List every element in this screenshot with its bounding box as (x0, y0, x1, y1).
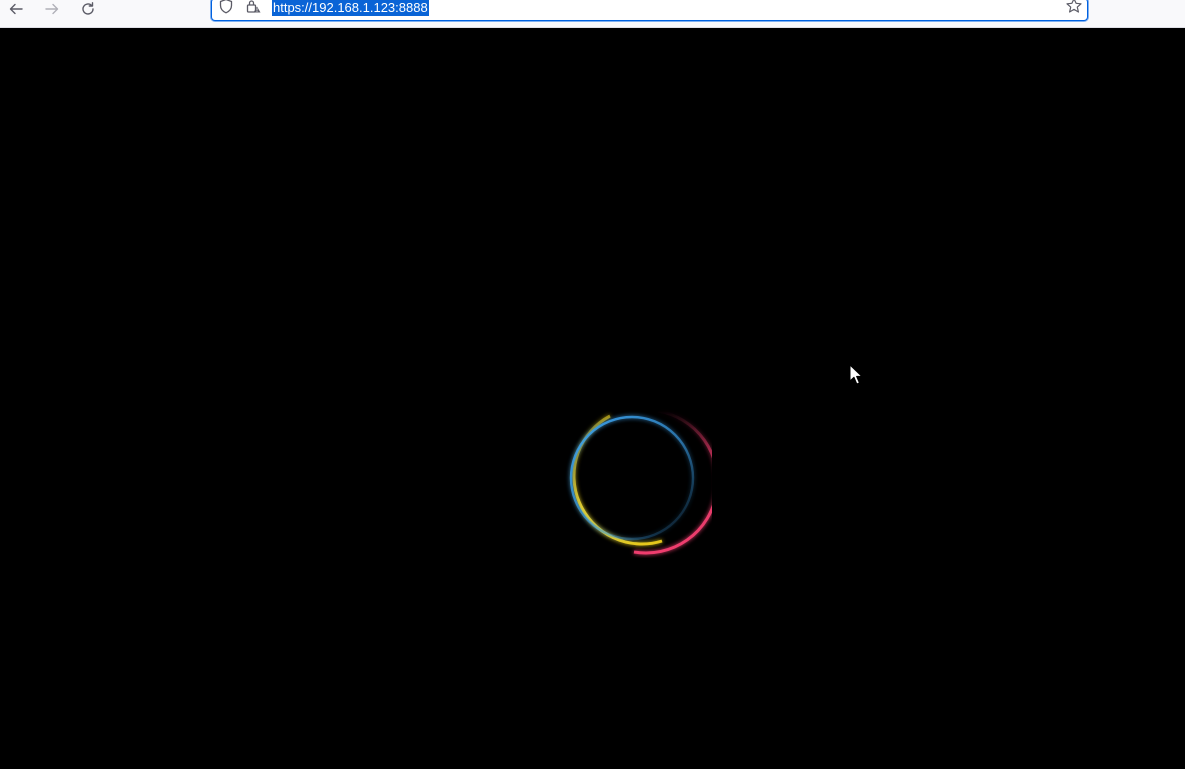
insecure-lock-icon (245, 0, 261, 19)
spinner-arc-blue (569, 415, 695, 541)
arrow-left-icon (8, 1, 24, 17)
mouse-cursor-icon (849, 364, 863, 391)
url-input[interactable]: https://192.168.1.123:8888 (272, 0, 429, 16)
loading-spinner-icon (558, 404, 719, 563)
arrow-right-icon (44, 1, 60, 17)
site-security-button[interactable] (244, 0, 262, 17)
url-bar[interactable]: https://192.168.1.123:8888 (211, 0, 1088, 21)
forward-button[interactable] (41, 0, 63, 18)
tracking-protection-button[interactable] (217, 0, 235, 17)
browser-toolbar: https://192.168.1.123:8888 (0, 0, 1185, 28)
reload-icon (80, 1, 96, 17)
reload-button[interactable] (77, 0, 99, 18)
page-viewport (0, 28, 1185, 769)
star-icon (1065, 0, 1083, 20)
back-button[interactable] (5, 0, 27, 18)
bookmark-button[interactable] (1065, 0, 1083, 17)
shield-icon (218, 0, 234, 19)
